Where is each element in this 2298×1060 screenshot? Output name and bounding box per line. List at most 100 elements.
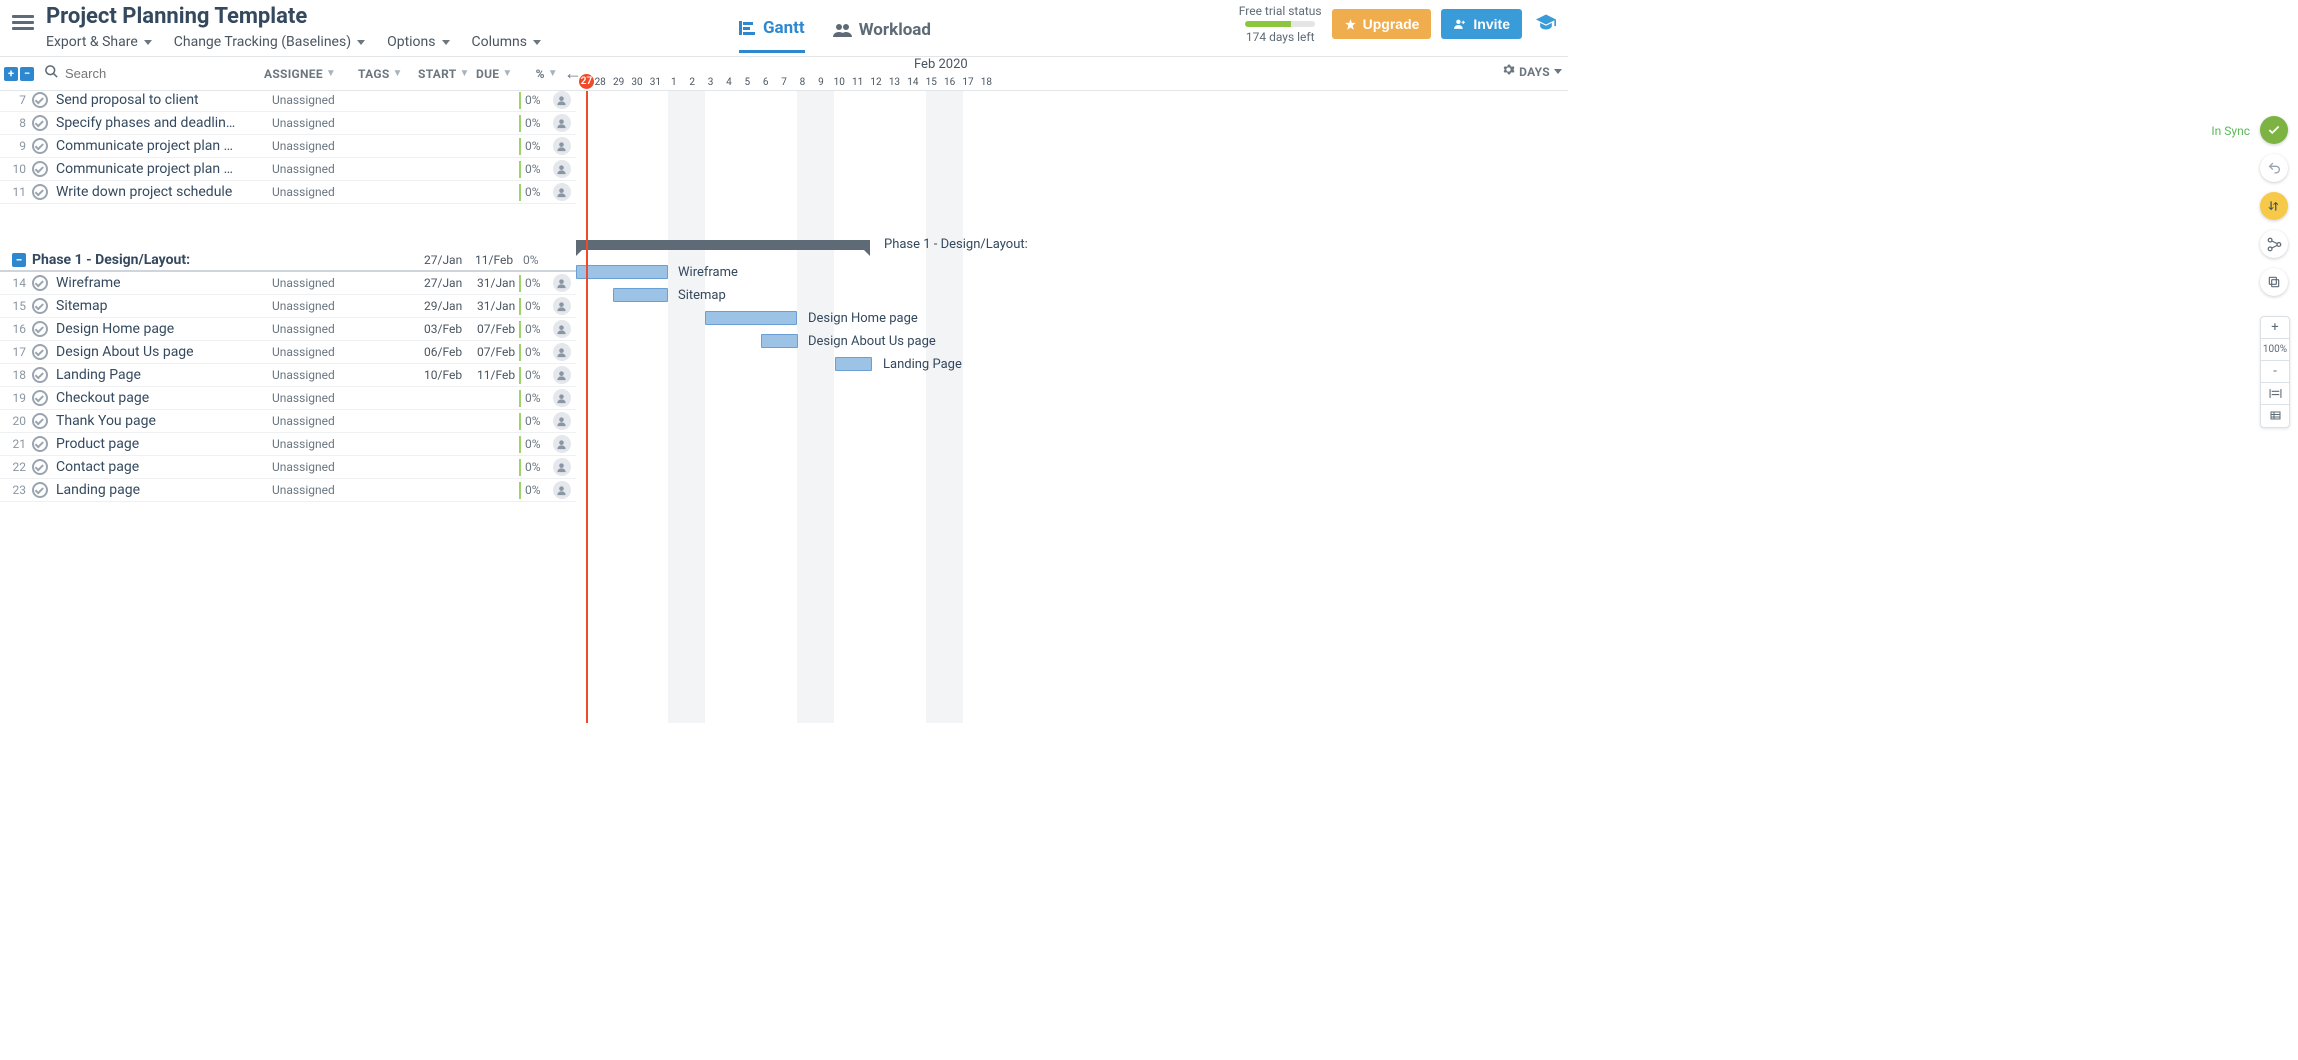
date-slot[interactable]: 6 (757, 77, 775, 88)
main-menu-icon[interactable] (12, 0, 42, 33)
task-complete-checkbox[interactable] (32, 184, 48, 200)
task-complete-checkbox[interactable] (32, 321, 48, 337)
menu-change-tracking[interactable]: Change Tracking (Baselines) (174, 34, 365, 50)
assignee-avatar[interactable] (553, 458, 571, 476)
copy-button[interactable] (2260, 268, 2288, 296)
date-slot[interactable]: 18 (977, 77, 995, 88)
task-row[interactable]: 17Design About Us pageUnassigned06/Feb07… (0, 341, 576, 364)
task-assignee[interactable]: Unassigned (272, 299, 335, 313)
task-row[interactable]: 23Landing pageUnassigned0% (0, 479, 576, 502)
task-name[interactable]: Specify phases and deadlines (56, 115, 236, 131)
date-slot[interactable]: 5 (738, 77, 756, 88)
zoom-in-button[interactable]: + (2261, 317, 2289, 339)
gantt-bar[interactable] (705, 311, 797, 325)
task-name[interactable]: Contact page (56, 459, 236, 475)
task-name[interactable]: Thank You page (56, 413, 236, 429)
date-slot[interactable]: 8 (793, 77, 811, 88)
task-pct-cell[interactable]: 0% (519, 389, 571, 407)
task-complete-checkbox[interactable] (32, 298, 48, 314)
task-row[interactable]: 7Send proposal to clientUnassigned0% (0, 91, 576, 112)
task-pct-cell[interactable]: 0% (519, 91, 571, 109)
task-complete-checkbox[interactable] (32, 275, 48, 291)
assignee-avatar[interactable] (553, 91, 571, 109)
task-assignee[interactable]: Unassigned (272, 322, 335, 336)
task-name[interactable]: Send proposal to client (56, 92, 236, 108)
today-marker[interactable]: 27 (579, 74, 594, 89)
task-row[interactable]: 10Communicate project plan to stake…Unas… (0, 158, 576, 181)
task-row[interactable]: 14WireframeUnassigned27/Jan31/Jan0% (0, 272, 576, 295)
undo-button[interactable] (2260, 154, 2288, 182)
gantt-bar[interactable] (761, 334, 798, 348)
date-slot[interactable]: 7 (775, 77, 793, 88)
task-pct-cell[interactable]: 0% (519, 183, 571, 201)
tab-workload[interactable]: Workload (833, 20, 931, 52)
task-due[interactable]: 31/Jan (477, 276, 515, 290)
task-due[interactable]: 07/Feb (477, 322, 515, 336)
date-slot[interactable]: 29 (609, 77, 627, 88)
timeline-zoom-dropdown[interactable]: DAYS (1502, 63, 1562, 80)
task-start[interactable]: 29/Jan (424, 299, 462, 313)
date-slot[interactable]: 14 (904, 77, 922, 88)
task-pct-cell[interactable]: 0% (519, 343, 571, 361)
task-name[interactable]: Write down project schedule (56, 184, 236, 200)
search-icon[interactable] (44, 64, 59, 83)
task-assignee[interactable]: Unassigned (272, 460, 335, 474)
task-complete-checkbox[interactable] (32, 161, 48, 177)
filter-icon[interactable]: ▼ (460, 68, 470, 79)
menu-options[interactable]: Options (387, 34, 449, 50)
task-assignee[interactable]: Unassigned (272, 437, 335, 451)
task-name[interactable]: Wireframe (56, 275, 236, 291)
task-row[interactable]: 11Write down project scheduleUnassigned0… (0, 181, 576, 204)
group-collapse-button[interactable]: − (12, 253, 26, 267)
task-assignee[interactable]: Unassigned (272, 483, 335, 497)
task-assignee[interactable]: Unassigned (272, 276, 335, 290)
task-name[interactable]: Sitemap (56, 298, 236, 314)
task-row[interactable]: 9Communicate project plan to teamUnassig… (0, 135, 576, 158)
date-slot[interactable]: 3 (701, 77, 719, 88)
invite-button[interactable]: Invite (1441, 9, 1522, 39)
filter-icon[interactable]: ▼ (326, 68, 336, 79)
group-row-phase1[interactable]: − Phase 1 - Design/Layout: 27/Jan 11/Feb… (0, 250, 576, 272)
task-pct-cell[interactable]: 0% (519, 320, 571, 338)
task-name[interactable]: Design Home page (56, 321, 236, 337)
expand-all-button[interactable]: + (4, 67, 18, 81)
date-slot[interactable]: 16 (940, 77, 958, 88)
dependencies-button[interactable] (2260, 230, 2288, 258)
task-due[interactable]: 07/Feb (477, 345, 515, 359)
filter-icon[interactable]: ▼ (393, 68, 403, 79)
sort-button[interactable] (2260, 192, 2288, 220)
task-pct-cell[interactable]: 0% (519, 137, 571, 155)
col-pct[interactable]: %▼ (528, 67, 558, 81)
task-complete-checkbox[interactable] (32, 367, 48, 383)
task-complete-checkbox[interactable] (32, 390, 48, 406)
col-tags[interactable]: TAGS▼ (358, 67, 418, 81)
filter-icon[interactable]: ▼ (502, 68, 512, 79)
sync-ok-button[interactable] (2260, 116, 2288, 144)
task-name[interactable]: Product page (56, 436, 236, 452)
filter-icon[interactable]: ▼ (548, 68, 558, 79)
task-assignee[interactable]: Unassigned (272, 139, 335, 153)
task-complete-checkbox[interactable] (32, 459, 48, 475)
task-complete-checkbox[interactable] (32, 92, 48, 108)
task-due[interactable]: 31/Jan (477, 299, 515, 313)
assignee-avatar[interactable] (553, 343, 571, 361)
date-slot[interactable]: 11 (848, 77, 866, 88)
task-pct-cell[interactable]: 0% (519, 412, 571, 430)
date-slot[interactable]: 4 (720, 77, 738, 88)
task-assignee[interactable]: Unassigned (272, 185, 335, 199)
task-assignee[interactable]: Unassigned (272, 345, 335, 359)
date-slot[interactable]: 10 (830, 77, 848, 88)
gantt-bar[interactable] (613, 288, 668, 302)
task-pct-cell[interactable]: 0% (519, 160, 571, 178)
menu-export-share[interactable]: Export & Share (46, 34, 152, 50)
task-row[interactable]: 16Design Home pageUnassigned03/Feb07/Feb… (0, 318, 576, 341)
list-button[interactable] (2261, 405, 2289, 427)
task-name[interactable]: Checkout page (56, 390, 236, 406)
task-pct-cell[interactable]: 0% (519, 297, 571, 315)
task-pct-cell[interactable]: 0% (519, 435, 571, 453)
task-complete-checkbox[interactable] (32, 344, 48, 360)
task-assignee[interactable]: Unassigned (272, 391, 335, 405)
assignee-avatar[interactable] (553, 183, 571, 201)
date-slot[interactable]: 17 (959, 77, 977, 88)
date-slot[interactable]: 12 (867, 77, 885, 88)
